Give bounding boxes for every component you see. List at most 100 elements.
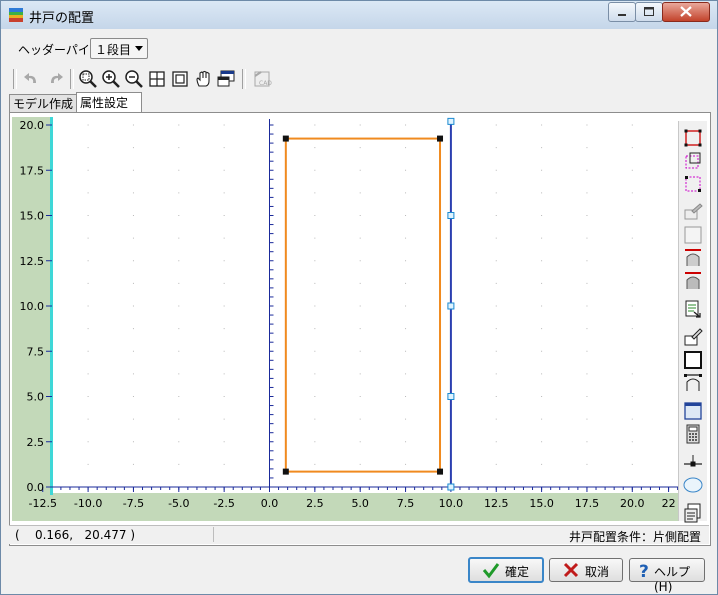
cancel-button[interactable]: 取消 [549, 558, 623, 582]
grid-dot [586, 396, 588, 397]
grid-dot [586, 124, 588, 126]
grid-dot [631, 147, 633, 149]
ellipse-icon [683, 477, 703, 493]
grid-dot [586, 305, 588, 307]
grid-dot [314, 169, 316, 171]
grid-dot [223, 418, 225, 420]
window-view-button[interactable] [215, 68, 237, 90]
grid-dot [586, 463, 588, 465]
export-sheet-button[interactable] [682, 298, 704, 320]
arch-outline-button[interactable] [682, 372, 704, 394]
grid-dot [631, 463, 633, 465]
grid-dot [359, 282, 361, 284]
grid-dot [178, 350, 180, 352]
edit-shape-button[interactable] [682, 326, 704, 348]
x-tick-label: -2.5 [213, 497, 234, 510]
rect-select-dashed-button[interactable] [682, 150, 704, 172]
grid-dot [541, 237, 543, 239]
grid-dot [132, 260, 134, 262]
x-tick-label: 12.5 [484, 497, 509, 510]
grid-dot [178, 282, 180, 284]
title-bar[interactable]: 井戸の配置 [1, 1, 717, 29]
grid-dot [359, 260, 361, 262]
header-pipe-select[interactable]: １段目 [90, 38, 148, 59]
help-question-icon: ? [639, 562, 649, 579]
grid-dot [541, 328, 543, 330]
ellipse-button[interactable] [682, 474, 704, 496]
arch-red-icon [685, 249, 701, 266]
grid-dot [178, 237, 180, 239]
report-button[interactable] [682, 502, 704, 524]
rect-select-dashed-icon [685, 152, 701, 169]
grid-dot [405, 373, 407, 375]
grid-dot [87, 305, 89, 307]
undo-icon [24, 73, 36, 83]
y-tick-label: 12.5 [20, 255, 45, 268]
fit-selection-button[interactable] [169, 68, 191, 90]
maximize-button[interactable] [635, 2, 663, 22]
grid-dot [178, 260, 180, 262]
grid-dot [223, 237, 225, 239]
grid-dot [132, 237, 134, 239]
confirm-button[interactable]: 確定 [468, 557, 544, 583]
grid-dot [223, 373, 225, 375]
big-rect-button[interactable] [682, 349, 704, 371]
close-button[interactable] [662, 2, 710, 22]
grid-dot [495, 305, 497, 307]
fit-all-button[interactable] [146, 68, 168, 90]
rect-select-pink-button[interactable] [682, 173, 704, 195]
rect-select-button[interactable] [682, 127, 704, 149]
grid-dot [87, 373, 89, 375]
blank-rect-button[interactable] [682, 224, 704, 246]
grid-dot [495, 215, 497, 216]
grid-dot [178, 124, 180, 126]
well-layout-plot[interactable]: -12.5 -10.0 -7.5 -5.0 -2.5 0.0 2.5 5.0 7.5 10.0 12… [12, 117, 678, 521]
zoom-in-button[interactable] [100, 68, 122, 90]
panel-view-button[interactable] [682, 400, 704, 422]
grid-dot [631, 192, 633, 194]
well-area-rectangle [284, 137, 442, 473]
grid-dot [541, 441, 543, 443]
grid-dot [495, 124, 497, 126]
arch-gray-button[interactable] [682, 270, 704, 292]
tab-attribute-settings[interactable]: 属性設定 [76, 92, 142, 113]
toolbar-separator [13, 69, 17, 89]
calculator-button[interactable] [682, 423, 704, 445]
y-axis-strip [12, 117, 52, 521]
confirm-label: 確定 [505, 565, 530, 579]
grid-dot [314, 260, 316, 262]
grid-dot [405, 169, 407, 171]
zoom-area-button[interactable] [77, 68, 99, 90]
cad-import-icon: CAD [254, 71, 272, 87]
grid-dot [359, 441, 361, 443]
grid-dot [132, 305, 134, 307]
pan-button[interactable] [192, 68, 214, 90]
help-button[interactable]: ? ヘルプ(H) [629, 558, 705, 594]
maximize-icon [644, 7, 654, 16]
undo-button[interactable] [21, 68, 43, 90]
grid-dot [586, 350, 588, 352]
grid-dot [314, 350, 316, 352]
grid-dot [359, 350, 361, 352]
cad-import-button[interactable]: CAD [251, 68, 273, 90]
insert-point-button[interactable] [682, 451, 704, 473]
grid-dot [586, 328, 588, 330]
grid-dot [132, 463, 134, 465]
redo-button[interactable] [44, 68, 66, 90]
grid-dot [541, 373, 543, 375]
grid-dot [631, 441, 633, 443]
grid-dot [87, 260, 89, 262]
cancel-label: 取消 [585, 565, 610, 579]
y-tick-label: 0.0 [27, 481, 45, 494]
grid-dot [359, 147, 361, 149]
grid-dot [541, 418, 543, 420]
help-label: ヘルプ(H) [654, 565, 691, 594]
zoom-out-button[interactable] [123, 68, 145, 90]
tab-model-create[interactable]: モデル作成 [9, 94, 81, 113]
edit-pencil-button[interactable] [682, 201, 704, 223]
arch-red-button[interactable] [682, 247, 704, 269]
grid-dot [132, 396, 134, 397]
minimize-button[interactable] [608, 2, 636, 22]
grid-dot [223, 441, 225, 443]
window: 井戸の配置 ヘッダーパイプ １段目 CAD モデル作成 属性設定 -12.5 -… [0, 0, 718, 595]
